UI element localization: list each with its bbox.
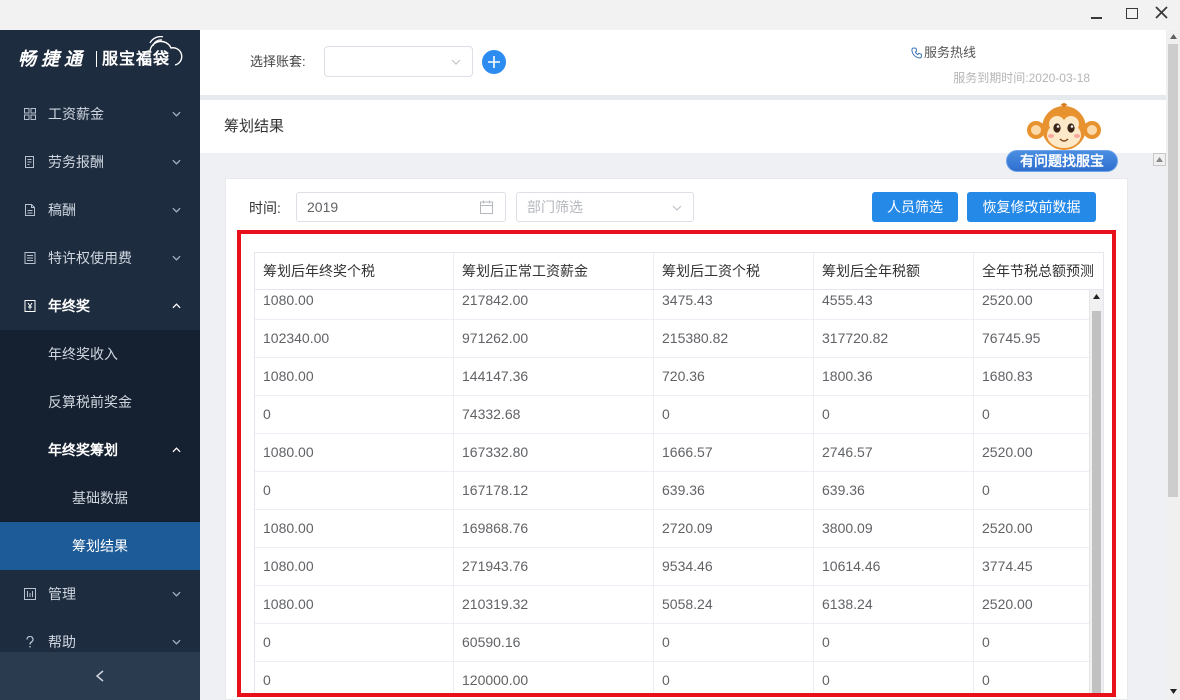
sidebar-item-label: 年终奖筹划 bbox=[48, 442, 118, 458]
sidebar-item-label: 劳务报酬 bbox=[48, 154, 104, 170]
logo-divider bbox=[96, 51, 97, 67]
content-scroll-up-arrow[interactable] bbox=[1153, 153, 1166, 166]
chevron-up-icon bbox=[172, 303, 181, 309]
sidebar-collapse-button[interactable] bbox=[0, 652, 200, 700]
sidebar-item-basic-data[interactable]: 基础数据 bbox=[0, 474, 200, 522]
chevron-down-icon bbox=[172, 159, 181, 165]
sidebar-item-planning-result[interactable]: 筹划结果 bbox=[0, 522, 200, 570]
chevron-down-icon bbox=[172, 207, 181, 213]
logo: 畅捷通 服宝福袋 bbox=[0, 30, 200, 90]
calendar-icon bbox=[480, 200, 493, 214]
page-vertical-scrollbar[interactable] bbox=[1166, 30, 1180, 700]
triangle-down-icon[interactable] bbox=[1170, 689, 1177, 694]
sidebar-item-label: 年终奖 bbox=[48, 298, 90, 314]
sidebar-item-label: 基础数据 bbox=[72, 490, 128, 506]
chevron-down-icon bbox=[172, 255, 181, 261]
receipt-icon bbox=[25, 156, 34, 168]
help-badge-button[interactable]: 有问题找服宝 bbox=[1006, 150, 1118, 172]
sidebar-item-reverse-pretax-bonus[interactable]: 反算税前奖金 bbox=[0, 378, 200, 426]
sidebar-item-label: 工资薪金 bbox=[48, 106, 104, 122]
triangle-up-icon bbox=[1156, 157, 1163, 162]
chevron-down-icon bbox=[172, 111, 181, 117]
plus-icon bbox=[488, 56, 500, 68]
restore-data-button[interactable]: 恢复修改前数据 bbox=[967, 192, 1096, 222]
phone-icon bbox=[911, 47, 922, 59]
sidebar-item-label: 管理 bbox=[48, 586, 76, 602]
chevron-down-icon bbox=[672, 205, 682, 211]
sidebar-item-management[interactable]: 管理 bbox=[0, 570, 200, 618]
top-header: 选择账套: 服务热线 服务到期时间:2020-03-18 bbox=[200, 30, 1166, 95]
window-titlebar bbox=[0, 0, 1180, 30]
service-hotline-label: 服务热线 bbox=[924, 45, 977, 60]
page-title: 筹划结果 bbox=[224, 118, 285, 135]
logo-brand: 畅捷通 bbox=[18, 49, 87, 69]
help-icon bbox=[26, 636, 34, 648]
page-title-bar: 筹划结果 bbox=[200, 100, 1166, 153]
year-picker-input[interactable]: 2019 bbox=[296, 192, 506, 222]
minimize-icon[interactable] bbox=[1091, 17, 1102, 19]
service-hotline-link[interactable]: 服务热线 bbox=[911, 45, 976, 61]
sidebar-item-label: 稿酬 bbox=[48, 202, 76, 218]
page-scrollbar-thumb[interactable] bbox=[1168, 44, 1178, 497]
maximize-icon[interactable] bbox=[1126, 8, 1138, 19]
sidebar-item-year-end-bonus[interactable]: 年终奖 bbox=[0, 282, 200, 330]
chevron-down-icon bbox=[172, 639, 181, 645]
chevron-down-icon bbox=[451, 59, 461, 65]
chevron-left-icon bbox=[96, 670, 104, 682]
sidebar-item-label: 特许权使用费 bbox=[48, 250, 132, 266]
year-picker-value: 2019 bbox=[307, 199, 339, 215]
sidebar-item-label: 年终奖收入 bbox=[48, 346, 118, 362]
add-account-set-button[interactable] bbox=[482, 50, 506, 74]
grid-icon bbox=[24, 108, 36, 120]
sidebar-menu: 工资薪金 劳务报酬 稿酬 特许权使用费 年终奖 年终奖收入 反算税前奖金 年终奖… bbox=[0, 90, 200, 666]
department-filter-placeholder: 部门筛选 bbox=[527, 199, 583, 215]
management-icon bbox=[24, 588, 36, 600]
cloud-wifi-icon bbox=[141, 36, 183, 66]
service-expiry-text: 服务到期时间:2020-03-18 bbox=[953, 71, 1090, 85]
chevron-up-icon bbox=[172, 447, 181, 453]
list-document-icon bbox=[24, 252, 36, 264]
sidebar-item-license-fees[interactable]: 特许权使用费 bbox=[0, 234, 200, 282]
sidebar-item-label: 筹划结果 bbox=[72, 538, 128, 554]
sidebar-item-bonus-income[interactable]: 年终奖收入 bbox=[0, 330, 200, 378]
department-filter-select[interactable]: 部门筛选 bbox=[516, 192, 694, 222]
monkey-mascot-icon[interactable] bbox=[1026, 102, 1102, 154]
sidebar: 畅捷通 服宝福袋 工资薪金 劳务报酬 稿酬 特许权使用费 年终奖 年终奖收入 反… bbox=[0, 30, 200, 700]
sidebar-item-label: 反算税前奖金 bbox=[48, 394, 132, 410]
sidebar-submenu-year-end-bonus: 年终奖收入 反算税前奖金 年终奖筹划 基础数据 bbox=[0, 330, 200, 522]
close-icon[interactable] bbox=[1155, 6, 1168, 19]
time-filter-label: 时间: bbox=[249, 200, 281, 216]
triangle-up-icon[interactable] bbox=[1170, 34, 1177, 39]
sidebar-item-royalties[interactable]: 稿酬 bbox=[0, 186, 200, 234]
account-set-select[interactable] bbox=[324, 46, 473, 77]
staff-filter-button[interactable]: 人员筛选 bbox=[872, 192, 958, 222]
chevron-down-icon bbox=[172, 591, 181, 597]
highlight-box bbox=[237, 230, 1116, 697]
bonus-icon bbox=[24, 300, 36, 312]
sidebar-item-labor-remuneration[interactable]: 劳务报酬 bbox=[0, 138, 200, 186]
sidebar-item-bonus-planning[interactable]: 年终奖筹划 bbox=[0, 426, 200, 474]
sidebar-item-salary[interactable]: 工资薪金 bbox=[0, 90, 200, 138]
document-icon bbox=[25, 204, 35, 216]
account-set-label: 选择账套: bbox=[250, 54, 306, 69]
